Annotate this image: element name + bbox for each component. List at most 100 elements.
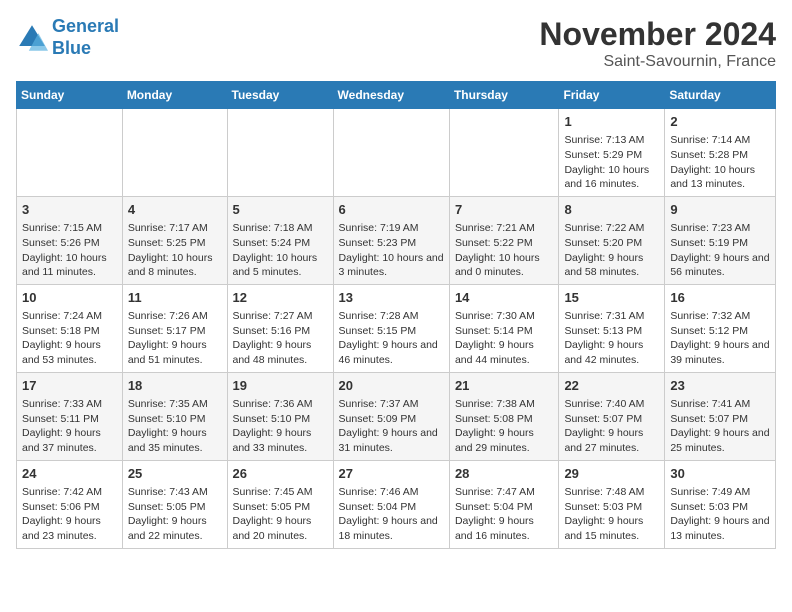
day-info: Sunrise: 7:37 AM Sunset: 5:09 PM Dayligh… xyxy=(339,397,444,456)
day-number: 14 xyxy=(455,289,554,307)
day-info: Sunrise: 7:47 AM Sunset: 5:04 PM Dayligh… xyxy=(455,485,554,544)
day-number: 18 xyxy=(128,377,222,395)
calendar-cell xyxy=(122,109,227,197)
calendar-cell: 1 Sunrise: 7:13 AM Sunset: 5:29 PM Daylig… xyxy=(559,109,665,197)
day-number: 24 xyxy=(22,465,117,483)
calendar-cell: 29 Sunrise: 7:48 AM Sunset: 5:03 PM Dayli… xyxy=(559,460,665,548)
calendar-cell: 16 Sunrise: 7:32 AM Sunset: 5:12 PM Dayli… xyxy=(665,284,776,372)
day-number: 5 xyxy=(233,201,328,219)
day-info: Sunrise: 7:27 AM Sunset: 5:16 PM Dayligh… xyxy=(233,309,328,368)
day-info: Sunrise: 7:42 AM Sunset: 5:06 PM Dayligh… xyxy=(22,485,117,544)
day-info: Sunrise: 7:46 AM Sunset: 5:04 PM Dayligh… xyxy=(339,485,444,544)
day-number: 13 xyxy=(339,289,444,307)
day-info: Sunrise: 7:14 AM Sunset: 5:28 PM Dayligh… xyxy=(670,133,770,192)
logo-line1: General xyxy=(52,16,119,36)
calendar-cell: 30 Sunrise: 7:49 AM Sunset: 5:03 PM Dayli… xyxy=(665,460,776,548)
logo-icon xyxy=(16,22,48,54)
calendar-cell: 21 Sunrise: 7:38 AM Sunset: 5:08 PM Dayli… xyxy=(449,372,559,460)
day-info: Sunrise: 7:38 AM Sunset: 5:08 PM Dayligh… xyxy=(455,397,554,456)
calendar-cell: 10 Sunrise: 7:24 AM Sunset: 5:18 PM Dayli… xyxy=(17,284,123,372)
weekday-header-friday: Friday xyxy=(559,82,665,109)
calendar-cell: 27 Sunrise: 7:46 AM Sunset: 5:04 PM Dayli… xyxy=(333,460,449,548)
calendar-cell: 24 Sunrise: 7:42 AM Sunset: 5:06 PM Dayli… xyxy=(17,460,123,548)
location-title: Saint-Savournin, France xyxy=(539,53,776,71)
calendar-week-2: 3 Sunrise: 7:15 AM Sunset: 5:26 PM Daylig… xyxy=(17,196,776,284)
day-number: 20 xyxy=(339,377,444,395)
day-info: Sunrise: 7:36 AM Sunset: 5:10 PM Dayligh… xyxy=(233,397,328,456)
logo: General Blue xyxy=(16,16,119,59)
weekday-header-monday: Monday xyxy=(122,82,227,109)
day-info: Sunrise: 7:32 AM Sunset: 5:12 PM Dayligh… xyxy=(670,309,770,368)
logo-line2: Blue xyxy=(52,38,91,58)
day-info: Sunrise: 7:45 AM Sunset: 5:05 PM Dayligh… xyxy=(233,485,328,544)
day-info: Sunrise: 7:30 AM Sunset: 5:14 PM Dayligh… xyxy=(455,309,554,368)
day-number: 23 xyxy=(670,377,770,395)
calendar-cell: 8 Sunrise: 7:22 AM Sunset: 5:20 PM Daylig… xyxy=(559,196,665,284)
weekday-header-tuesday: Tuesday xyxy=(227,82,333,109)
day-number: 11 xyxy=(128,289,222,307)
calendar-week-5: 24 Sunrise: 7:42 AM Sunset: 5:06 PM Dayli… xyxy=(17,460,776,548)
day-number: 16 xyxy=(670,289,770,307)
day-info: Sunrise: 7:15 AM Sunset: 5:26 PM Dayligh… xyxy=(22,221,117,280)
day-number: 25 xyxy=(128,465,222,483)
day-info: Sunrise: 7:31 AM Sunset: 5:13 PM Dayligh… xyxy=(564,309,659,368)
day-info: Sunrise: 7:17 AM Sunset: 5:25 PM Dayligh… xyxy=(128,221,222,280)
day-number: 3 xyxy=(22,201,117,219)
day-info: Sunrise: 7:22 AM Sunset: 5:20 PM Dayligh… xyxy=(564,221,659,280)
day-number: 2 xyxy=(670,113,770,131)
calendar-cell: 15 Sunrise: 7:31 AM Sunset: 5:13 PM Dayli… xyxy=(559,284,665,372)
day-number: 9 xyxy=(670,201,770,219)
calendar-cell: 17 Sunrise: 7:33 AM Sunset: 5:11 PM Dayli… xyxy=(17,372,123,460)
calendar-cell: 14 Sunrise: 7:30 AM Sunset: 5:14 PM Dayli… xyxy=(449,284,559,372)
calendar-cell: 20 Sunrise: 7:37 AM Sunset: 5:09 PM Dayli… xyxy=(333,372,449,460)
calendar-cell: 13Sunrise: 7:28 AM Sunset: 5:15 PM Dayli… xyxy=(333,284,449,372)
day-number: 7 xyxy=(455,201,554,219)
day-number: 17 xyxy=(22,377,117,395)
calendar-cell: 9Sunrise: 7:23 AM Sunset: 5:19 PM Daylig… xyxy=(665,196,776,284)
page-header: General Blue November 2024 Saint-Savourn… xyxy=(16,16,776,71)
day-number: 4 xyxy=(128,201,222,219)
day-number: 8 xyxy=(564,201,659,219)
day-number: 10 xyxy=(22,289,117,307)
calendar-cell: 23 Sunrise: 7:41 AM Sunset: 5:07 PM Dayli… xyxy=(665,372,776,460)
day-info: Sunrise: 7:40 AM Sunset: 5:07 PM Dayligh… xyxy=(564,397,659,456)
day-info: Sunrise: 7:33 AM Sunset: 5:11 PM Dayligh… xyxy=(22,397,117,456)
day-info: Sunrise: 7:24 AM Sunset: 5:18 PM Dayligh… xyxy=(22,309,117,368)
day-number: 21 xyxy=(455,377,554,395)
day-number: 26 xyxy=(233,465,328,483)
day-number: 30 xyxy=(670,465,770,483)
weekday-header-sunday: Sunday xyxy=(17,82,123,109)
calendar-cell: 25 Sunrise: 7:43 AM Sunset: 5:05 PM Dayli… xyxy=(122,460,227,548)
day-info: Sunrise: 7:13 AM Sunset: 5:29 PM Dayligh… xyxy=(564,133,659,192)
day-number: 28 xyxy=(455,465,554,483)
calendar-week-4: 17 Sunrise: 7:33 AM Sunset: 5:11 PM Dayli… xyxy=(17,372,776,460)
day-number: 1 xyxy=(564,113,659,131)
calendar-cell: 18 Sunrise: 7:35 AM Sunset: 5:10 PM Dayli… xyxy=(122,372,227,460)
weekday-header-wednesday: Wednesday xyxy=(333,82,449,109)
calendar-cell: 22Sunrise: 7:40 AM Sunset: 5:07 PM Dayli… xyxy=(559,372,665,460)
day-number: 27 xyxy=(339,465,444,483)
day-info: Sunrise: 7:18 AM Sunset: 5:24 PM Dayligh… xyxy=(233,221,328,280)
calendar-cell xyxy=(17,109,123,197)
day-info: Sunrise: 7:35 AM Sunset: 5:10 PM Dayligh… xyxy=(128,397,222,456)
calendar-cell: 6Sunrise: 7:19 AM Sunset: 5:23 PM Daylig… xyxy=(333,196,449,284)
weekday-header-saturday: Saturday xyxy=(665,82,776,109)
day-info: Sunrise: 7:49 AM Sunset: 5:03 PM Dayligh… xyxy=(670,485,770,544)
day-info: Sunrise: 7:41 AM Sunset: 5:07 PM Dayligh… xyxy=(670,397,770,456)
calendar-cell: 12Sunrise: 7:27 AM Sunset: 5:16 PM Dayli… xyxy=(227,284,333,372)
calendar-cell: 7 Sunrise: 7:21 AM Sunset: 5:22 PM Daylig… xyxy=(449,196,559,284)
day-info: Sunrise: 7:19 AM Sunset: 5:23 PM Dayligh… xyxy=(339,221,444,280)
day-number: 29 xyxy=(564,465,659,483)
day-info: Sunrise: 7:43 AM Sunset: 5:05 PM Dayligh… xyxy=(128,485,222,544)
day-number: 15 xyxy=(564,289,659,307)
calendar-week-1: 1 Sunrise: 7:13 AM Sunset: 5:29 PM Daylig… xyxy=(17,109,776,197)
calendar-table: SundayMondayTuesdayWednesdayThursdayFrid… xyxy=(16,81,776,549)
calendar-cell xyxy=(227,109,333,197)
day-info: Sunrise: 7:48 AM Sunset: 5:03 PM Dayligh… xyxy=(564,485,659,544)
calendar-cell xyxy=(333,109,449,197)
calendar-cell xyxy=(449,109,559,197)
calendar-header-row: SundayMondayTuesdayWednesdayThursdayFrid… xyxy=(17,82,776,109)
calendar-cell: 3 Sunrise: 7:15 AM Sunset: 5:26 PM Daylig… xyxy=(17,196,123,284)
day-info: Sunrise: 7:26 AM Sunset: 5:17 PM Dayligh… xyxy=(128,309,222,368)
day-info: Sunrise: 7:21 AM Sunset: 5:22 PM Dayligh… xyxy=(455,221,554,280)
